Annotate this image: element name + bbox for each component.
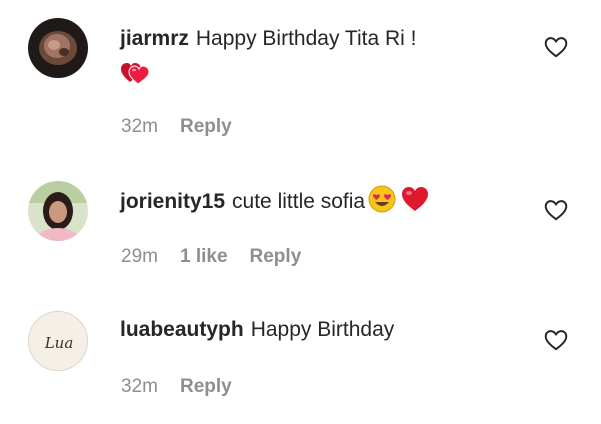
comment-time: 29m (121, 246, 158, 267)
comment-meta: 32m Reply (121, 376, 254, 398)
likes-count-button[interactable]: 1 like (180, 246, 228, 268)
comment-body: Happy Birthday (250, 318, 395, 341)
comment-body: cute little sofia (232, 190, 366, 213)
comment-username[interactable]: jiarmrz (120, 27, 189, 50)
comment-text: jiarmrz Happy Birthday Tita Ri ! (120, 24, 531, 95)
like-heart-icon[interactable] (543, 327, 569, 353)
heart-eyes-emoji-icon (368, 185, 396, 222)
avatar[interactable] (28, 181, 88, 241)
avatar-logo-text: Lua (44, 334, 74, 352)
reply-button[interactable]: Reply (250, 246, 302, 268)
red-heart-icon (400, 185, 430, 222)
comment-text: luabeautyph Happy Birthday (120, 315, 531, 345)
comment-meta: 29m 1 like Reply (121, 246, 323, 268)
reply-button[interactable]: Reply (180, 376, 232, 398)
comment-username[interactable]: jorienity15 (120, 190, 225, 213)
avatar[interactable]: Lua (28, 311, 88, 371)
avatar[interactable] (28, 18, 88, 78)
like-heart-icon[interactable] (543, 197, 569, 223)
comment-username[interactable]: luabeautyph (120, 318, 244, 341)
comment-text: jorienity15 cute little sofia (120, 185, 531, 222)
comment-time: 32m (121, 376, 158, 397)
comment-meta: 32m Reply (121, 116, 254, 138)
comment-body: Happy Birthday Tita Ri ! (195, 27, 417, 50)
like-heart-icon[interactable] (543, 34, 569, 60)
two-hearts-icon (120, 60, 152, 95)
reply-button[interactable]: Reply (180, 116, 232, 138)
comment-time: 32m (121, 116, 158, 137)
